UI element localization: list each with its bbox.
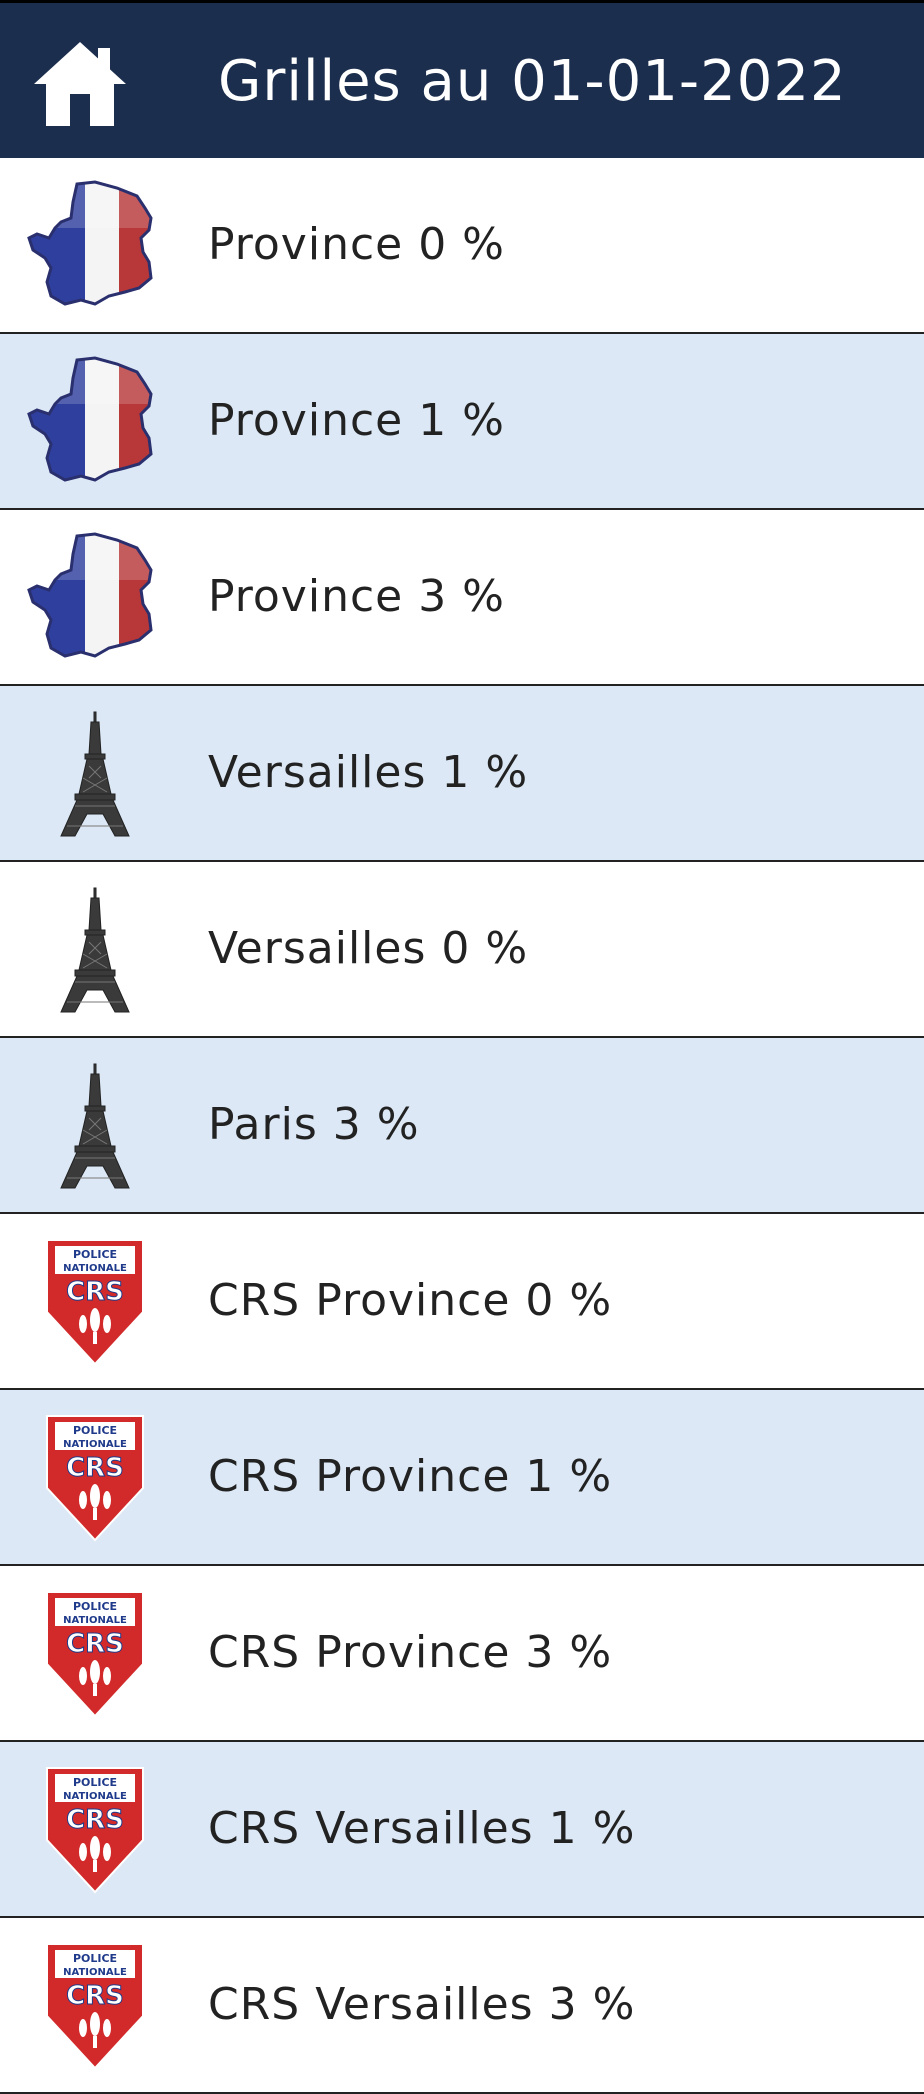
france-flag-map-icon xyxy=(25,178,165,312)
list-item-label: Province 1 % xyxy=(208,395,505,446)
grid-list: Province 0 % Province 1 % Province 3 % V… xyxy=(0,158,924,2094)
crs-badge-icon: POLICE NATIONALE CRS xyxy=(25,1234,165,1368)
list-item[interactable]: POLICE NATIONALE CRS CRS Versailles 1 % xyxy=(0,1742,924,1918)
list-item-label: Paris 3 % xyxy=(208,1099,420,1150)
list-item-label: CRS Versailles 1 % xyxy=(208,1803,636,1854)
svg-text:NATIONALE: NATIONALE xyxy=(63,1791,127,1802)
list-item[interactable]: POLICE NATIONALE CRS CRS Province 3 % xyxy=(0,1566,924,1742)
svg-text:POLICE: POLICE xyxy=(73,1424,117,1437)
list-item-label: Province 0 % xyxy=(208,219,505,270)
list-item[interactable]: Province 3 % xyxy=(0,510,924,686)
svg-text:CRS: CRS xyxy=(66,1629,124,1659)
list-item-label: Versailles 0 % xyxy=(208,923,529,974)
home-button[interactable] xyxy=(30,38,130,130)
crs-badge-icon: POLICE NATIONALE CRS xyxy=(25,1938,165,2072)
list-item[interactable]: POLICE NATIONALE CRS CRS Versailles 3 % xyxy=(0,1918,924,2094)
list-item[interactable]: Province 0 % xyxy=(0,158,924,334)
list-item[interactable]: Province 1 % xyxy=(0,334,924,510)
crs-badge-icon: POLICE NATIONALE CRS xyxy=(25,1762,165,1896)
list-item-label: CRS Province 0 % xyxy=(208,1275,613,1326)
list-item[interactable]: Versailles 0 % xyxy=(0,862,924,1038)
eiffel-tower-icon xyxy=(25,882,165,1016)
list-item[interactable]: POLICE NATIONALE CRS CRS Province 0 % xyxy=(0,1214,924,1390)
svg-text:POLICE: POLICE xyxy=(73,1600,117,1613)
list-item-label: Versailles 1 % xyxy=(208,747,529,798)
svg-text:CRS: CRS xyxy=(66,1277,124,1307)
list-item-label: Province 3 % xyxy=(208,571,505,622)
svg-text:POLICE: POLICE xyxy=(73,1952,117,1965)
svg-text:NATIONALE: NATIONALE xyxy=(63,1967,127,1978)
svg-text:NATIONALE: NATIONALE xyxy=(63,1615,127,1626)
house-icon xyxy=(30,38,130,130)
svg-text:NATIONALE: NATIONALE xyxy=(63,1263,127,1274)
svg-text:NATIONALE: NATIONALE xyxy=(63,1439,127,1450)
crs-badge-icon: POLICE NATIONALE CRS xyxy=(25,1586,165,1720)
france-flag-map-icon xyxy=(25,530,165,664)
list-item-label: CRS Versailles 3 % xyxy=(208,1979,636,2030)
svg-text:POLICE: POLICE xyxy=(73,1248,117,1261)
eiffel-tower-icon xyxy=(25,706,165,840)
eiffel-tower-icon xyxy=(25,1058,165,1192)
list-item-label: CRS Province 1 % xyxy=(208,1451,613,1502)
crs-badge-icon: POLICE NATIONALE CRS xyxy=(25,1410,165,1544)
svg-text:POLICE: POLICE xyxy=(73,1776,117,1789)
list-item[interactable]: Versailles 1 % xyxy=(0,686,924,862)
svg-text:CRS: CRS xyxy=(66,1453,124,1483)
svg-text:CRS: CRS xyxy=(66,1805,124,1835)
list-item[interactable]: POLICE NATIONALE CRS CRS Province 1 % xyxy=(0,1390,924,1566)
list-item[interactable]: Paris 3 % xyxy=(0,1038,924,1214)
list-item-label: CRS Province 3 % xyxy=(208,1627,613,1678)
svg-text:CRS: CRS xyxy=(66,1981,124,2011)
app-header: Grilles au 01-01-2022 xyxy=(0,0,924,158)
page-title: Grilles au 01-01-2022 xyxy=(218,49,847,114)
france-flag-map-icon xyxy=(25,354,165,488)
